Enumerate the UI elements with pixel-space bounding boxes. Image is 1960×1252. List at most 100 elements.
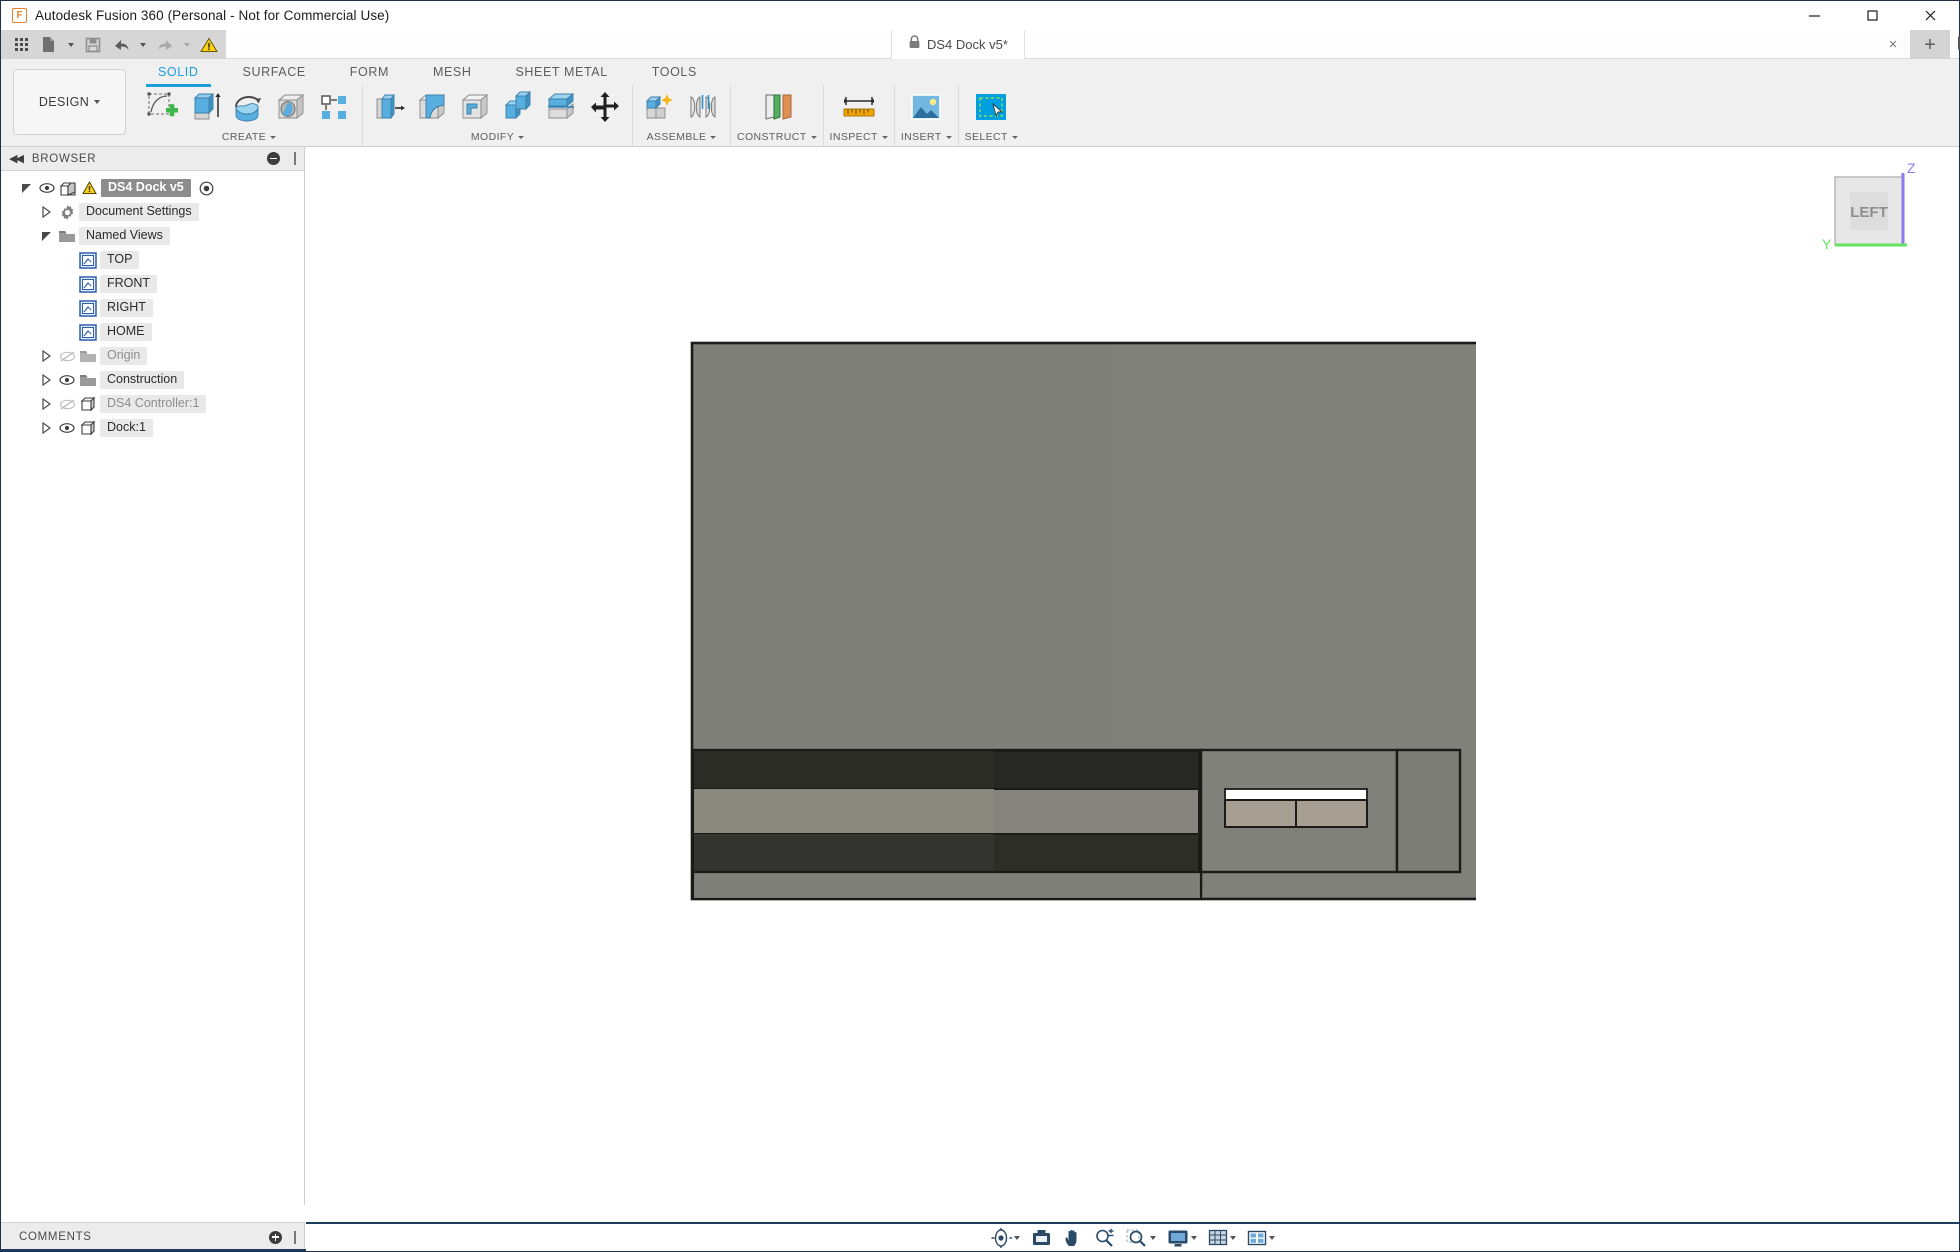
collapse-panel-icon[interactable] <box>267 152 280 165</box>
activate-component-icon[interactable] <box>198 176 216 200</box>
measure-icon[interactable] <box>838 86 880 128</box>
expander-closed-icon[interactable] <box>37 416 55 440</box>
undo-icon[interactable] <box>108 33 134 57</box>
document-tab-close-icon[interactable]: × <box>1876 30 1910 59</box>
view-icon <box>79 248 97 272</box>
tree-item-origin[interactable]: Origin <box>1 344 304 368</box>
expander-closed-icon[interactable] <box>37 344 55 368</box>
panel-select-label[interactable]: SELECT <box>965 129 1018 145</box>
warning-icon[interactable] <box>196 33 222 57</box>
undo-dropdown-caret-icon[interactable] <box>136 33 150 57</box>
look-at-button[interactable] <box>1027 1225 1056 1251</box>
tree-item-document-settings[interactable]: Document Settings <box>1 200 304 224</box>
tab-surface[interactable]: SURFACE <box>221 59 328 85</box>
press-pull-icon[interactable] <box>369 86 411 128</box>
edits-indicator[interactable]: 3 of 10 <box>1956 30 1960 59</box>
visibility-hidden-icon[interactable] <box>58 392 76 416</box>
new-component-icon[interactable] <box>639 86 681 128</box>
create-sketch-icon[interactable] <box>142 86 184 128</box>
move-copy-icon[interactable] <box>584 86 626 128</box>
visibility-eye-icon[interactable] <box>38 176 56 200</box>
tree-item-named-views[interactable]: Named Views <box>1 224 304 248</box>
revolve-icon[interactable] <box>228 86 270 128</box>
expander-closed-icon[interactable] <box>37 200 55 224</box>
tree-item-ds4-controller-1[interactable]: DS4 Controller:1 <box>1 392 304 416</box>
visibility-eye-icon[interactable] <box>58 368 76 392</box>
tree-item-label: FRONT <box>100 274 158 294</box>
redo-dropdown-caret-icon[interactable] <box>180 33 194 57</box>
expander-open-icon[interactable] <box>17 176 35 200</box>
pan-button[interactable] <box>1059 1225 1087 1251</box>
tab-form[interactable]: FORM <box>328 59 411 85</box>
document-tab[interactable]: DS4 Dock v5* <box>891 30 1025 59</box>
combine-icon[interactable] <box>498 86 540 128</box>
tab-tools[interactable]: TOOLS <box>630 59 719 85</box>
orbit-button[interactable] <box>986 1225 1024 1251</box>
expander-closed-icon[interactable] <box>37 368 55 392</box>
select-window-icon[interactable] <box>970 86 1012 128</box>
chevron-down-icon[interactable] <box>1269 1235 1275 1240</box>
panel-modify-label[interactable]: MODIFY <box>471 129 525 145</box>
split-face-icon[interactable] <box>541 86 583 128</box>
tab-sheet-metal[interactable]: SHEET METAL <box>493 59 629 85</box>
offset-plane-icon[interactable] <box>756 86 798 128</box>
tab-mesh[interactable]: MESH <box>411 59 494 85</box>
shell-icon[interactable] <box>455 86 497 128</box>
chevron-down-icon[interactable] <box>1014 1235 1020 1240</box>
chevron-down-icon[interactable] <box>1230 1235 1236 1240</box>
extrude-icon[interactable] <box>185 86 227 128</box>
expander-closed-icon[interactable] <box>37 392 55 416</box>
save-icon[interactable] <box>80 33 106 57</box>
tree-item-label: DS4 Dock v5 <box>101 178 191 198</box>
fillet-icon[interactable] <box>412 86 454 128</box>
add-comment-icon[interactable] <box>269 1230 282 1244</box>
grid-icon[interactable] <box>8 33 34 57</box>
close-button[interactable] <box>1901 1 1959 30</box>
insert-canvas-icon[interactable] <box>905 86 947 128</box>
dock-model-3d[interactable] <box>686 337 1476 907</box>
joint-icon[interactable] <box>682 86 724 128</box>
expander-open-icon[interactable] <box>37 224 55 248</box>
maximize-button[interactable] <box>1843 1 1901 30</box>
zoom-window-button[interactable] <box>1122 1225 1160 1251</box>
panel-resize-grip[interactable] <box>294 152 296 165</box>
grid-and-snaps-button[interactable] <box>1204 1225 1240 1251</box>
panel-create-label[interactable]: CREATE <box>222 129 277 145</box>
panel-inspect-label[interactable]: INSPECT <box>830 129 888 145</box>
browser-tree: DS4 Dock v5 Document Settings Named View… <box>1 171 304 440</box>
redo-icon[interactable] <box>152 33 178 57</box>
ribbon-panels: CREATE MODIFY ASSEMBLE CONSTRUCT INSPECT… <box>136 85 1959 147</box>
panel-assemble-label[interactable]: ASSEMBLE <box>647 129 717 145</box>
panel-assemble: ASSEMBLE <box>633 85 731 147</box>
tab-solid[interactable]: SOLID <box>136 59 221 87</box>
zoom-button[interactable] <box>1090 1225 1119 1251</box>
viewports-button[interactable] <box>1243 1225 1279 1251</box>
visibility-eye-icon[interactable] <box>58 416 76 440</box>
viewport-canvas[interactable]: LEFT Z Y <box>306 147 1959 1205</box>
tree-item-top[interactable]: TOP <box>1 248 304 272</box>
hole-icon[interactable] <box>271 86 313 128</box>
tree-item-home[interactable]: HOME <box>1 320 304 344</box>
file-icon[interactable] <box>36 33 62 57</box>
browser-title: BROWSER <box>31 152 97 165</box>
workspace-selector[interactable]: DESIGN <box>13 69 126 135</box>
file-dropdown-caret-icon[interactable] <box>64 33 78 57</box>
comments-resize-grip[interactable] <box>294 1230 296 1244</box>
collapse-left-icon[interactable]: ◀◀ <box>9 152 24 165</box>
new-tab-button[interactable]: + <box>1910 30 1950 59</box>
view-cube[interactable]: LEFT Z Y <box>1807 159 1927 259</box>
visibility-hidden-icon[interactable] <box>58 344 76 368</box>
tree-item-construction[interactable]: Construction <box>1 368 304 392</box>
chevron-down-icon[interactable] <box>1150 1235 1156 1240</box>
tree-item-right[interactable]: RIGHT <box>1 296 304 320</box>
minimize-button[interactable] <box>1785 1 1843 30</box>
panel-insert-label[interactable]: INSERT <box>901 129 952 145</box>
tree-item-ds4-dock-v5[interactable]: DS4 Dock v5 <box>1 176 304 200</box>
display-settings-button[interactable] <box>1163 1225 1201 1251</box>
ribbon: DESIGN SOLID SURFACE FORM MESH SHEET MET… <box>1 59 1959 147</box>
chevron-down-icon[interactable] <box>1191 1235 1197 1240</box>
rectangular-pattern-icon[interactable] <box>314 86 356 128</box>
tree-item-dock-1[interactable]: Dock:1 <box>1 416 304 440</box>
panel-construct-label[interactable]: CONSTRUCT <box>737 129 817 145</box>
tree-item-front[interactable]: FRONT <box>1 272 304 296</box>
